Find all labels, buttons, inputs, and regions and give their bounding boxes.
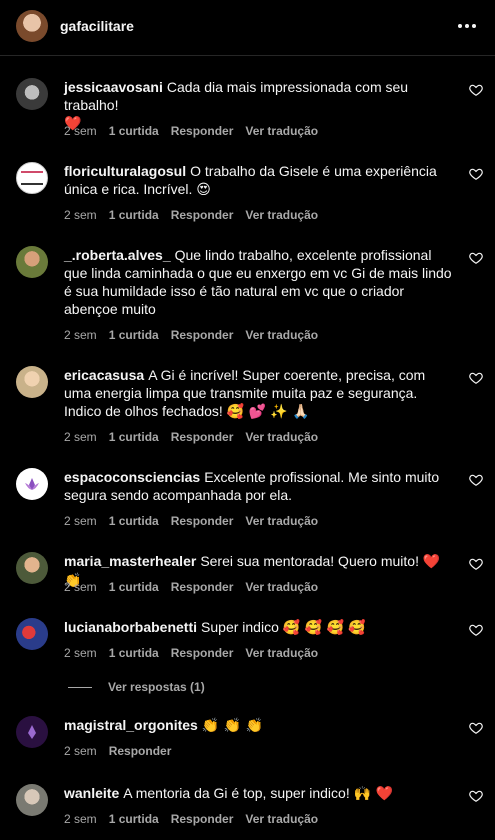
likes-count[interactable]: 1 curtida	[109, 514, 159, 528]
like-heart-icon[interactable]	[469, 251, 483, 265]
translate-button[interactable]: Ver tradução	[245, 208, 318, 222]
comment-text: floriculturalagosul O trabalho da Gisele …	[64, 162, 454, 199]
likes-count[interactable]: 1 curtida	[109, 208, 159, 222]
more-options-icon[interactable]	[451, 10, 483, 42]
comment-text: lucianaborbabenetti Super indico 🥰 🥰 🥰 🥰	[64, 618, 454, 637]
likes-count[interactable]: 1 curtida	[109, 580, 159, 594]
likes-count[interactable]: 1 curtida	[109, 124, 159, 138]
comment-time: 2 sem	[64, 580, 97, 594]
comment-time: 2 sem	[64, 124, 97, 138]
commenter-username[interactable]: wanleite	[64, 785, 119, 801]
comment-time: 2 sem	[64, 812, 97, 826]
comment-meta: 2 sem 1 curtida Responder Ver tradução	[64, 328, 330, 342]
comment-meta: 2 sem 1 curtida Responder Ver tradução	[64, 646, 330, 660]
translate-button[interactable]: Ver tradução	[245, 328, 318, 342]
comment-time: 2 sem	[64, 208, 97, 222]
comment-emoji: 😍	[196, 182, 211, 198]
comment-meta: 2 sem Responder	[64, 744, 183, 758]
comment-meta: 2 sem 1 curtida Responder Ver tradução	[64, 124, 330, 138]
view-replies-label: Ver respostas (1)	[108, 680, 205, 694]
likes-count[interactable]: 1 curtida	[109, 328, 159, 342]
commenter-avatar[interactable]	[16, 784, 48, 816]
commenter-username[interactable]: lucianaborbabenetti	[64, 619, 197, 635]
commenter-username[interactable]: magistral_orgonites	[64, 717, 198, 733]
comment-emoji: 🙌 ❤️	[353, 786, 393, 802]
like-heart-icon[interactable]	[469, 557, 483, 571]
likes-count[interactable]: 1 curtida	[109, 812, 159, 826]
like-heart-icon[interactable]	[469, 623, 483, 637]
comment-meta: 2 sem 1 curtida Responder Ver tradução	[64, 812, 330, 826]
translate-button[interactable]: Ver tradução	[245, 646, 318, 660]
comment-time: 2 sem	[64, 514, 97, 528]
like-heart-icon[interactable]	[469, 473, 483, 487]
reply-button[interactable]: Responder	[109, 744, 172, 758]
reply-button[interactable]: Responder	[171, 430, 234, 444]
comment-emoji: 🥰 🥰 🥰 🥰	[282, 620, 366, 636]
reply-button[interactable]: Responder	[171, 328, 234, 342]
likes-count[interactable]: 1 curtida	[109, 646, 159, 660]
reply-button[interactable]: Responder	[171, 208, 234, 222]
comment-text: wanleite A mentoria da Gi é top, super in…	[64, 784, 454, 803]
comment-time: 2 sem	[64, 430, 97, 444]
commenter-username[interactable]: espacoconsciencias	[64, 469, 200, 485]
reply-button[interactable]: Responder	[171, 646, 234, 660]
like-heart-icon[interactable]	[469, 83, 483, 97]
comment-time: 2 sem	[64, 328, 97, 342]
reply-button[interactable]: Responder	[171, 124, 234, 138]
commenter-username[interactable]: _.roberta.alves_	[64, 247, 171, 263]
reply-button[interactable]: Responder	[171, 812, 234, 826]
commenter-username[interactable]: floriculturalagosul	[64, 163, 186, 179]
translate-button[interactable]: Ver tradução	[245, 580, 318, 594]
comment-time: 2 sem	[64, 744, 97, 758]
view-replies-button[interactable]: Ver respostas (1)	[68, 680, 205, 694]
comment-time: 2 sem	[64, 646, 97, 660]
replies-divider	[68, 686, 92, 688]
commenter-avatar[interactable]	[16, 366, 48, 398]
comment-meta: 2 sem 1 curtida Responder Ver tradução	[64, 430, 330, 444]
author-avatar[interactable]	[16, 10, 48, 42]
comment-text: magistral_orgonites 👏 👏 👏	[64, 716, 454, 735]
comment-body: Super indico	[201, 619, 279, 635]
like-heart-icon[interactable]	[469, 167, 483, 181]
commenter-avatar[interactable]	[16, 618, 48, 650]
comment-emoji: 🥰 💕 ✨ 🙏🏻	[226, 404, 310, 420]
like-heart-icon[interactable]	[469, 371, 483, 385]
commenter-avatar[interactable]	[16, 716, 48, 748]
commenter-avatar[interactable]	[16, 552, 48, 584]
comment-body: A mentoria da Gi é top, super indico!	[123, 785, 350, 801]
comment-meta: 2 sem 1 curtida Responder Ver tradução	[64, 208, 330, 222]
translate-button[interactable]: Ver tradução	[245, 430, 318, 444]
commenter-username[interactable]: jessicaavosani	[64, 79, 163, 95]
commenter-avatar[interactable]	[16, 162, 48, 194]
likes-count[interactable]: 1 curtida	[109, 430, 159, 444]
comment-meta: 2 sem 1 curtida Responder Ver tradução	[64, 514, 330, 528]
translate-button[interactable]: Ver tradução	[245, 812, 318, 826]
like-heart-icon[interactable]	[469, 789, 483, 803]
commenter-username[interactable]: maria_masterhealer	[64, 553, 196, 569]
comment-text: _.roberta.alves_ Que lindo trabalho, exce…	[64, 246, 454, 318]
commenter-avatar[interactable]	[16, 468, 48, 500]
post-header: gafacilitare	[0, 0, 495, 56]
commenter-avatar[interactable]	[16, 78, 48, 110]
comment-emoji: 👏 👏 👏	[201, 718, 264, 734]
commenter-username[interactable]: ericacasusa	[64, 367, 144, 383]
commenter-avatar[interactable]	[16, 246, 48, 278]
comment-meta: 2 sem 1 curtida Responder Ver tradução	[64, 580, 330, 594]
like-heart-icon[interactable]	[469, 721, 483, 735]
reply-button[interactable]: Responder	[171, 514, 234, 528]
comment-text: ericacasusa A Gi é incrível! Super coeren…	[64, 366, 454, 421]
translate-button[interactable]: Ver tradução	[245, 514, 318, 528]
author-username[interactable]: gafacilitare	[60, 18, 134, 34]
reply-button[interactable]: Responder	[171, 580, 234, 594]
comment-body: Serei sua mentorada! Quero muito!	[200, 553, 419, 569]
translate-button[interactable]: Ver tradução	[245, 124, 318, 138]
comment-text: espacoconsciencias Excelente profissional…	[64, 468, 454, 504]
